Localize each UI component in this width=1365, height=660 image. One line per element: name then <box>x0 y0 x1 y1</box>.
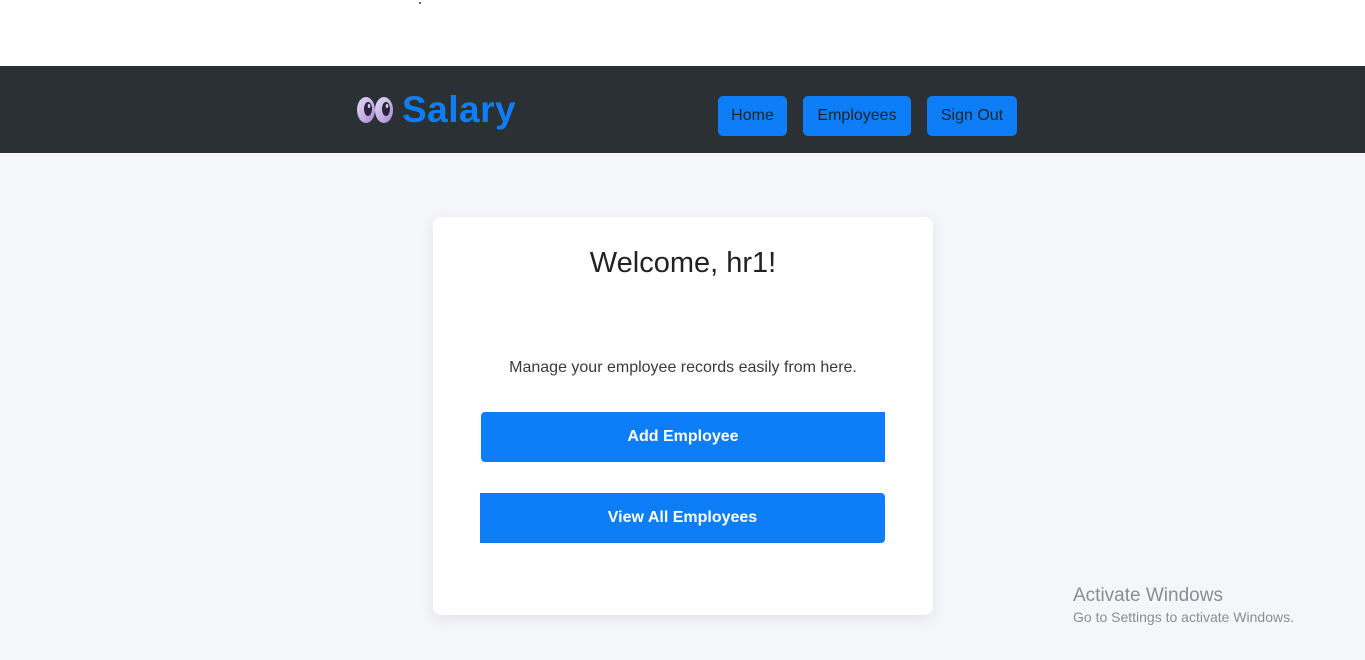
welcome-heading: Welcome, hr1! <box>589 247 777 279</box>
navbar: Salary Home Employees Sign Out <box>0 66 1365 153</box>
activate-windows-subtitle: Go to Settings to activate Windows. <box>1073 609 1294 625</box>
owl-eyes-icon <box>357 97 393 123</box>
view-all-employees-button[interactable]: View All Employees <box>480 493 885 543</box>
stray-dot <box>419 2 421 4</box>
brand[interactable]: Salary <box>356 88 516 132</box>
activate-windows-watermark: Activate Windows Go to Settings to activ… <box>1073 585 1294 625</box>
nav-employees-button[interactable]: Employees <box>803 96 911 136</box>
activate-windows-title: Activate Windows <box>1073 585 1223 606</box>
card-subtitle: Manage your employee records easily from… <box>509 359 857 376</box>
top-strip <box>0 0 1365 66</box>
dashboard-card: Welcome, hr1! Manage your employee recor… <box>433 217 933 615</box>
brand-name: Salary <box>402 89 517 130</box>
nav-sign-out-button[interactable]: Sign Out <box>927 96 1017 136</box>
nav-home-button[interactable]: Home <box>718 96 787 136</box>
add-employee-button[interactable]: Add Employee <box>481 412 885 462</box>
